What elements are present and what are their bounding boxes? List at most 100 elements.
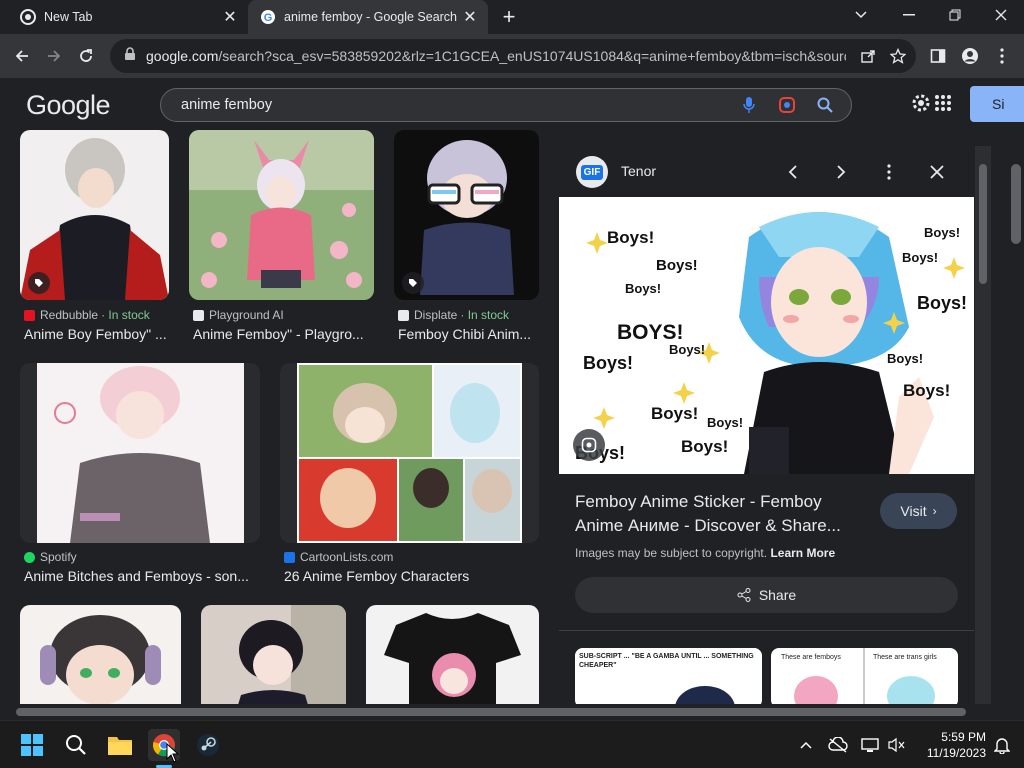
system-clock[interactable]: 5:59 PM 11/19/2023 (910, 729, 986, 761)
visit-label: Visit (900, 503, 927, 519)
tenor-logo-icon: GIF (576, 156, 608, 188)
volume-muted-icon[interactable] (880, 729, 912, 761)
previous-image-button[interactable] (779, 158, 807, 186)
result-thumbnail[interactable] (201, 605, 346, 704)
tab-new-tab[interactable]: New Tab ✕ (8, 0, 248, 34)
url-host: google.com (146, 48, 219, 64)
menu-kebab-icon[interactable] (988, 42, 1016, 70)
chrome-icon (20, 9, 36, 25)
google-header: Google anime femboy Si (0, 78, 1024, 130)
next-image-button[interactable] (827, 158, 855, 186)
result-caption[interactable]: Anime Femboy" - Playgro... (193, 326, 373, 342)
divider (559, 630, 974, 631)
result-thumbnail[interactable] (394, 130, 539, 300)
page-horizontal-scrollbar[interactable] (0, 704, 1008, 720)
source-name: Displate (414, 308, 458, 322)
bookmark-star-icon[interactable] (884, 42, 912, 70)
result-source[interactable]: Displate · In stock (398, 308, 509, 322)
settings-gear-icon[interactable] (910, 92, 934, 116)
steam-icon[interactable] (192, 729, 224, 761)
tab-title: New Tab (44, 10, 93, 24)
result-thumbnail[interactable] (366, 605, 539, 704)
sticker-word: Boys! (656, 257, 698, 274)
sticker-word: Boys! (607, 228, 654, 247)
apps-grid-icon[interactable] (934, 94, 956, 116)
profile-icon[interactable] (956, 42, 984, 70)
side-panel-icon[interactable] (924, 42, 952, 70)
source-name: Playground AI (209, 308, 284, 322)
cloud-sync-icon[interactable] (822, 729, 854, 761)
notification-bell-icon[interactable] (986, 729, 1018, 761)
product-tag-icon (28, 272, 50, 294)
tenor-logo-text: GIF (580, 164, 604, 180)
tab-search[interactable]: G anime femboy - Google Search ✕ (248, 0, 488, 34)
file-explorer-icon[interactable] (104, 729, 136, 761)
lens-search-icon[interactable] (775, 93, 799, 117)
close-panel-button[interactable] (923, 158, 951, 186)
restore-button[interactable] (932, 0, 978, 30)
related-image[interactable]: SUB-SCRIPT ... "BE A GAMBA UNTIL ... SOM… (575, 648, 762, 704)
preview-title[interactable]: Femboy Anime Sticker - Femboy Anime Аним… (575, 490, 865, 538)
panel-scrollbar[interactable] (975, 146, 991, 704)
minimize-button[interactable] (886, 0, 932, 30)
back-button[interactable] (8, 42, 36, 70)
stock-badge: · In stock (101, 308, 150, 322)
lock-icon[interactable] (124, 46, 138, 66)
result-source[interactable]: Playground AI (193, 308, 284, 322)
scrollbar-thumb[interactable] (16, 708, 966, 716)
tab-search-dropdown-icon[interactable] (838, 0, 884, 30)
result-caption[interactable]: Anime Bitches and Femboys - son... (24, 568, 256, 584)
chevron-up-icon[interactable] (790, 729, 822, 761)
search-box[interactable]: anime femboy (160, 88, 852, 122)
windows-start-icon[interactable] (16, 729, 48, 761)
scrollbar-thumb[interactable] (979, 164, 987, 284)
result-source[interactable]: CartoonLists.com (284, 550, 393, 564)
new-tab-button[interactable]: + (498, 4, 520, 29)
search-icon[interactable] (813, 93, 837, 117)
address-bar[interactable]: google.com/search?sca_esv=583859202&rlz=… (110, 39, 916, 73)
result-caption[interactable]: Anime Boy Femboy" ... (24, 326, 170, 342)
browser-toolbar: google.com/search?sca_esv=583859202&rlz=… (0, 34, 1024, 78)
close-tab-icon[interactable]: ✕ (460, 7, 480, 27)
page-vertical-scrollbar[interactable] (1008, 146, 1024, 704)
result-thumbnail[interactable] (20, 605, 181, 704)
close-tab-icon[interactable]: ✕ (220, 7, 240, 27)
sign-in-button[interactable]: Si (970, 86, 1024, 122)
share-label: Share (758, 587, 797, 603)
share-button[interactable]: Share (575, 577, 958, 613)
result-thumbnail[interactable] (20, 130, 169, 300)
stock-badge: · In stock (460, 308, 510, 322)
share-page-icon[interactable] (854, 42, 882, 70)
related-image[interactable]: These are femboys These are trans girls (771, 648, 958, 704)
search-icon[interactable] (60, 729, 92, 761)
search-input[interactable]: anime femboy (181, 97, 737, 113)
sticker-word: Boys! (681, 437, 728, 456)
scrollbar-thumb[interactable] (1011, 164, 1021, 244)
result-thumbnail[interactable] (280, 363, 539, 543)
result-source[interactable]: Redbubble · In stock (24, 308, 150, 322)
forward-button[interactable] (40, 42, 68, 70)
sticker-word: Boys! (887, 351, 923, 366)
source-name: CartoonLists.com (300, 550, 394, 564)
result-caption[interactable]: 26 Anime Femboy Characters (284, 568, 534, 584)
result-thumbnail[interactable] (189, 130, 374, 300)
tab-strip: New Tab ✕ G anime femboy - Google Search… (0, 0, 1024, 34)
close-window-button[interactable] (978, 0, 1024, 30)
image-results: Redbubble · In stock Anime Boy Femboy" ..… (0, 130, 556, 704)
panel-site-name[interactable]: Tenor (621, 163, 656, 179)
lens-search-image-icon[interactable] (573, 429, 605, 461)
result-thumbnail[interactable] (20, 363, 260, 543)
result-source[interactable]: Spotify (24, 550, 77, 564)
visit-button[interactable]: Visit › (880, 493, 957, 529)
result-caption[interactable]: Femboy Chibi Anim... (398, 326, 538, 342)
preview-image[interactable]: Boys! Boys! Boys! BOYS! Boys! Boys! Boys… (559, 197, 974, 474)
url-text: google.com/search?sca_esv=583859202&rlz=… (146, 48, 846, 64)
voice-search-icon[interactable] (737, 93, 761, 117)
google-logo[interactable]: Google (26, 90, 111, 121)
more-options-icon[interactable] (875, 158, 903, 186)
learn-more-link[interactable]: Learn More (770, 546, 835, 560)
sticker-word: Boys! (707, 415, 743, 430)
sticker-word: Boys! (651, 404, 698, 423)
reload-button[interactable] (72, 42, 100, 70)
sticker-word: Boys! (903, 381, 950, 400)
